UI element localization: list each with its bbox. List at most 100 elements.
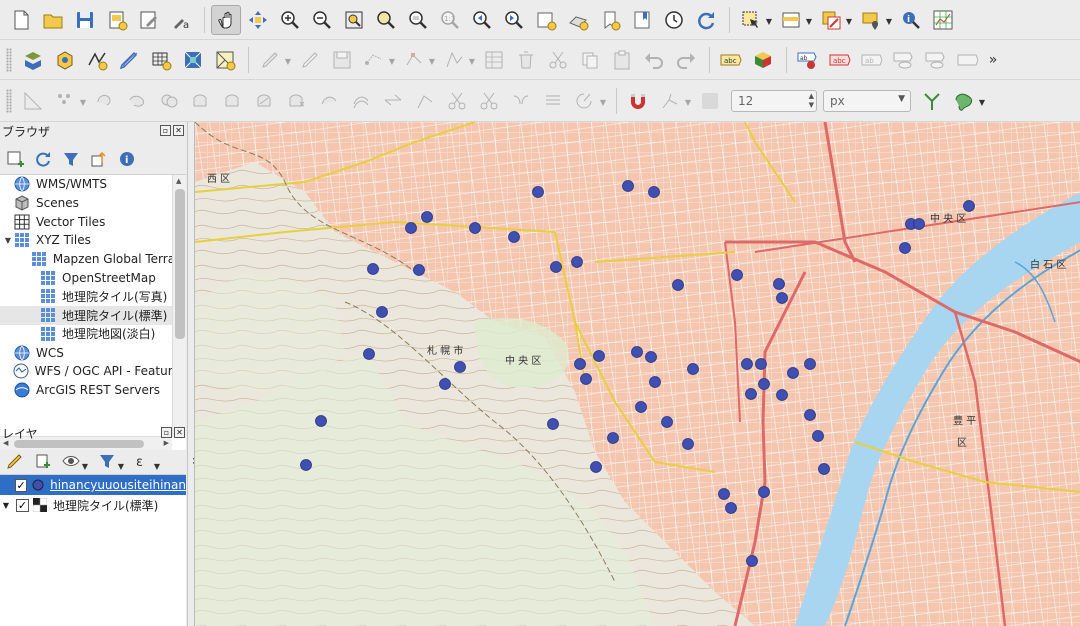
undo-icon[interactable] [639, 45, 669, 75]
evacuation-point[interactable] [661, 416, 673, 428]
zoom-out-icon[interactable] [307, 5, 337, 35]
show-hide-labels-icon[interactable]: ab [857, 45, 887, 75]
evacuation-point[interactable] [773, 278, 785, 290]
style-manager-icon[interactable] [134, 5, 164, 35]
new-bookmark-icon[interactable] [595, 5, 625, 35]
evacuation-point[interactable] [550, 261, 562, 273]
float-panel-icon[interactable]: ▫ [161, 427, 172, 438]
evacuation-point[interactable] [812, 430, 824, 442]
toggle-editing-icon[interactable] [295, 45, 325, 75]
expand-arrow-icon[interactable]: ▼ [2, 236, 14, 245]
evacuation-point[interactable] [776, 389, 788, 401]
evacuation-point[interactable] [547, 418, 559, 430]
manage-visibility-icon[interactable]: ▼ [60, 450, 88, 472]
evacuation-point[interactable] [469, 222, 481, 234]
trim-extend-icon[interactable] [410, 86, 440, 116]
zoom-last-icon[interactable] [467, 5, 497, 35]
snapping-topology-icon[interactable] [917, 86, 947, 116]
filter-expression-icon[interactable]: ε ▼ [132, 450, 160, 472]
evacuation-point[interactable] [405, 222, 417, 234]
delete-selected-icon[interactable] [511, 45, 541, 75]
evacuation-point[interactable] [804, 358, 816, 370]
delete-ring-icon[interactable] [250, 86, 280, 116]
evacuation-point[interactable] [718, 488, 730, 500]
browser-item[interactable]: ArcGIS REST Servers [0, 381, 186, 400]
close-icon[interactable]: ✕ [174, 427, 185, 438]
redo-icon[interactable] [671, 45, 701, 75]
move-feature-icon[interactable]: ▼ [50, 86, 86, 116]
highlight-label-icon[interactable]: abc [825, 45, 855, 75]
modify-attributes-icon[interactable]: ▼ [439, 45, 475, 75]
browser-item[interactable]: WCS [0, 343, 186, 362]
fill-ring-icon[interactable] [218, 86, 248, 116]
new-geopackage-layer-icon[interactable] [50, 45, 80, 75]
snapping-mode-icon[interactable]: ▼ [655, 86, 691, 116]
evacuation-point[interactable] [804, 409, 816, 421]
float-panel-icon[interactable]: ▫ [160, 125, 171, 136]
rotate-point-symbols-icon[interactable]: ▼ [570, 86, 606, 116]
toolbar-grip[interactable] [6, 47, 12, 72]
new-print-layout-icon[interactable] [102, 5, 132, 35]
browser-item[interactable]: 地理院地図(淡白) [0, 325, 186, 344]
zoom-native-icon[interactable]: 1:1 [435, 5, 465, 35]
select-features-icon[interactable]: ▼ [736, 5, 772, 35]
browser-item[interactable]: ▼ XYZ Tiles [0, 231, 186, 250]
split-parts-icon[interactable] [474, 86, 504, 116]
map-canvas[interactable]: 西 区中 央 区白 石 区札 幌 市中 央 区豊 平区 [194, 122, 1080, 626]
evacuation-point[interactable] [787, 367, 799, 379]
statistics-icon[interactable] [928, 5, 958, 35]
layer-visibility-checkbox[interactable]: ✓ [15, 478, 28, 492]
open-attribute-table-icon[interactable]: ▼ [776, 5, 812, 35]
zoom-to-selection-icon[interactable] [371, 5, 401, 35]
reshape-features-icon[interactable] [314, 86, 344, 116]
move-label-icon[interactable] [889, 45, 919, 75]
digitize-icon[interactable] [114, 45, 144, 75]
evacuation-point[interactable] [648, 186, 660, 198]
evacuation-point[interactable] [672, 279, 684, 291]
evacuation-point[interactable] [649, 376, 661, 388]
evacuation-point[interactable] [635, 401, 647, 413]
evacuation-point[interactable] [631, 346, 643, 358]
vertex-tool-icon[interactable]: ▼ [399, 45, 435, 75]
zoom-in-icon[interactable] [275, 5, 305, 35]
evacuation-point[interactable] [367, 263, 379, 275]
snapping-tracing-icon[interactable]: ▼ [949, 86, 985, 116]
new-project-icon[interactable] [6, 5, 36, 35]
evacuation-point[interactable] [741, 358, 753, 370]
save-project-icon[interactable] [70, 5, 100, 35]
evacuation-point[interactable] [421, 211, 433, 223]
digitize-with-segment-icon[interactable]: ▼ [359, 45, 395, 75]
merge-attributes-icon[interactable] [538, 86, 568, 116]
add-group-icon[interactable] [32, 450, 54, 472]
layer-item[interactable]: ▼ ✓ 地理院タイル(標準) [0, 495, 186, 515]
browser-item[interactable]: Vector Tiles [0, 212, 186, 231]
filter-icon[interactable] [60, 148, 82, 170]
browser-item[interactable]: 地理院タイル(標準) [0, 305, 186, 325]
evacuation-point[interactable] [590, 461, 602, 473]
browser-item[interactable]: 地理院タイル(写真) [0, 287, 186, 306]
info-icon[interactable]: i [116, 148, 138, 170]
deselect-icon[interactable]: ▼ [816, 5, 852, 35]
evacuation-point[interactable] [363, 348, 375, 360]
scroll-up-icon[interactable]: ▲ [176, 177, 181, 185]
delete-part-icon[interactable] [282, 86, 312, 116]
reverse-line-icon[interactable] [378, 86, 408, 116]
snapping-layer-icon[interactable] [695, 86, 725, 116]
pan-to-selection-icon[interactable] [243, 5, 273, 35]
evacuation-point[interactable] [580, 373, 592, 385]
change-label-icon[interactable] [953, 45, 983, 75]
zoom-full-icon[interactable] [339, 5, 369, 35]
evacuation-point[interactable] [571, 256, 583, 268]
browser-item[interactable]: WFS / OGC API - Features [0, 362, 186, 381]
select-by-location-icon[interactable]: ▼ [856, 5, 892, 35]
show-bookmarks-icon[interactable] [627, 5, 657, 35]
evacuation-point[interactable] [913, 218, 925, 230]
new-virtual-layer-icon[interactable] [178, 45, 208, 75]
pan-icon[interactable] [211, 4, 241, 35]
temporal-controller-icon[interactable] [659, 5, 689, 35]
evacuation-point[interactable] [899, 242, 911, 254]
evacuation-point[interactable] [439, 378, 451, 390]
evacuation-point[interactable] [574, 358, 586, 370]
evacuation-point[interactable] [725, 502, 737, 514]
add-selected-layers-icon[interactable] [4, 148, 26, 170]
